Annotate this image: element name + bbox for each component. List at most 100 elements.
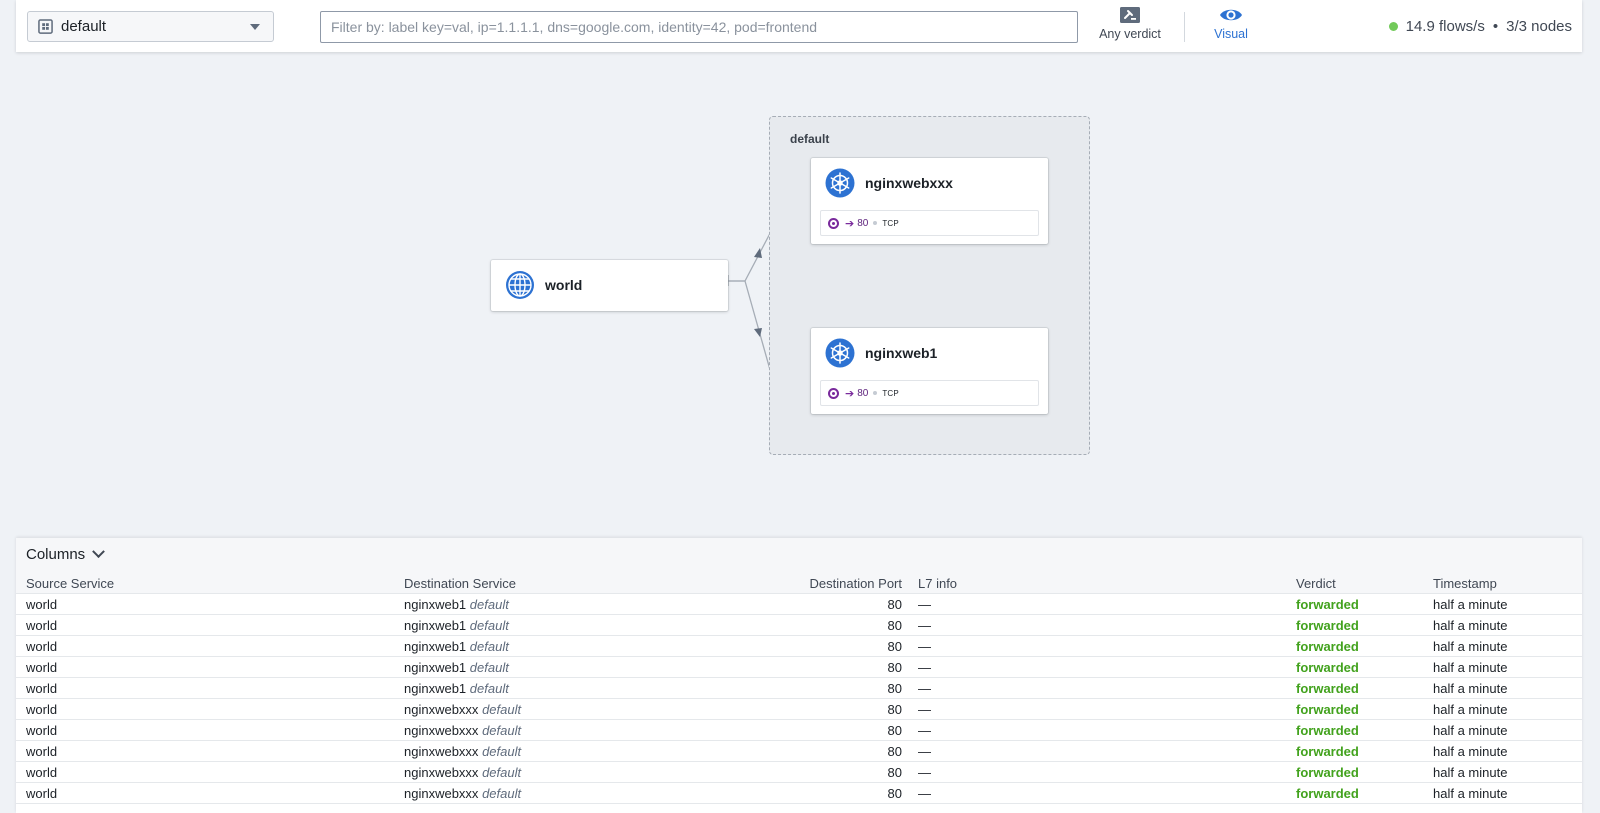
cell-source: world	[26, 681, 58, 696]
cell-timestamp: half a minute	[1433, 702, 1508, 717]
cell-verdict: forwarded	[1296, 618, 1359, 633]
cell-destination: nginxwebxxx default	[404, 765, 522, 780]
port-separator	[873, 391, 878, 395]
port-number: 80	[857, 387, 869, 399]
globe-icon	[506, 271, 534, 299]
header-source-service[interactable]: Source Service	[26, 576, 114, 591]
cell-verdict: forwarded	[1296, 660, 1359, 675]
header-timestamp[interactable]: Timestamp	[1433, 576, 1497, 591]
flows-rows: world nginxweb1 default 80 — forwarded h…	[16, 594, 1582, 804]
header-verdict[interactable]: Verdict	[1296, 576, 1336, 591]
columns-button[interactable]: Columns	[26, 545, 106, 563]
chevron-down-icon	[92, 545, 106, 559]
edge-arrow-down	[754, 328, 762, 337]
cell-port: 80	[887, 744, 902, 759]
cell-source: world	[26, 639, 58, 654]
port-target-icon	[828, 387, 839, 399]
namespace-box-label: default	[790, 132, 830, 146]
port-number: 80	[857, 217, 869, 229]
header-l7-info[interactable]: L7 info	[918, 576, 957, 591]
port-separator	[873, 221, 878, 225]
cell-source: world	[26, 786, 58, 801]
cell-verdict: forwarded	[1296, 597, 1359, 612]
cell-destination: nginxwebxxx default	[404, 723, 522, 738]
cell-source: world	[26, 618, 58, 633]
visual-label: Visual	[1214, 27, 1248, 41]
table-row[interactable]: world nginxwebxxx default 80 — forwarded…	[16, 720, 1582, 741]
cell-port: 80	[887, 660, 902, 675]
world-card[interactable]: world	[491, 260, 728, 311]
flows-header: Columns Source Service Destination Servi…	[16, 538, 1582, 594]
cell-destination: nginxweb1 default	[404, 639, 509, 654]
cell-source: world	[26, 744, 58, 759]
header-destination-port[interactable]: Destination Port	[810, 576, 903, 591]
verdict-filter-button[interactable]: Any verdict	[1090, 6, 1170, 48]
cell-destination: nginxwebxxx default	[404, 786, 522, 801]
verdict-filter-label: Any verdict	[1099, 27, 1161, 41]
port-target-icon	[828, 217, 839, 229]
service-title: nginxwebxxx	[865, 175, 953, 191]
cluster-status: 14.9 flows/s • 3/3 nodes	[1388, 0, 1572, 52]
flows-rate: 14.9 flows/s	[1405, 17, 1485, 35]
cell-verdict: forwarded	[1296, 765, 1359, 780]
cell-source: world	[26, 597, 58, 612]
service-port-row[interactable]: ➔ 80 TCP	[820, 380, 1039, 406]
service-port-row[interactable]: ➔ 80 TCP	[820, 210, 1039, 236]
cell-l7: —	[918, 639, 931, 654]
cell-destination: nginxweb1 default	[404, 681, 509, 696]
filter-input[interactable]	[320, 11, 1078, 43]
cell-port: 80	[887, 702, 902, 717]
service-card-nginxweb1[interactable]: nginxweb1 ➔ 80 TCP	[811, 328, 1048, 414]
visual-button[interactable]: Visual	[1201, 6, 1261, 48]
cell-destination: nginxwebxxx default	[404, 702, 522, 717]
service-card-nginxwebxxx[interactable]: nginxwebxxx ➔ 80 TCP	[811, 158, 1048, 244]
cell-l7: —	[918, 618, 931, 633]
cell-timestamp: half a minute	[1433, 618, 1508, 633]
cell-timestamp: half a minute	[1433, 744, 1508, 759]
table-row[interactable]: world nginxwebxxx default 80 — forwarded…	[16, 783, 1582, 804]
cell-l7: —	[918, 660, 931, 675]
header-destination-service[interactable]: Destination Service	[404, 576, 516, 591]
cell-destination: nginxweb1 default	[404, 660, 509, 675]
cell-verdict: forwarded	[1296, 639, 1359, 654]
table-row[interactable]: world nginxwebxxx default 80 — forwarded…	[16, 699, 1582, 720]
cell-timestamp: half a minute	[1433, 639, 1508, 654]
table-row[interactable]: world nginxwebxxx default 80 — forwarded…	[16, 762, 1582, 783]
service-title: nginxweb1	[865, 345, 938, 361]
table-row[interactable]: world nginxweb1 default 80 — forwarded h…	[16, 594, 1582, 615]
cell-timestamp: half a minute	[1433, 660, 1508, 675]
cell-destination: nginxwebxxx default	[404, 744, 522, 759]
cell-destination: nginxweb1 default	[404, 597, 509, 612]
cell-timestamp: half a minute	[1433, 597, 1508, 612]
status-dot	[1388, 21, 1398, 31]
cell-l7: —	[918, 723, 931, 738]
cell-l7: —	[918, 597, 931, 612]
kubernetes-icon	[825, 338, 855, 368]
nodes-count: 3/3 nodes	[1506, 17, 1572, 35]
port-protocol: TCP	[882, 218, 899, 228]
cell-timestamp: half a minute	[1433, 765, 1508, 780]
cell-l7: —	[918, 744, 931, 759]
port-protocol: TCP	[882, 388, 899, 398]
table-row[interactable]: world nginxweb1 default 80 — forwarded h…	[16, 657, 1582, 678]
gavel-icon	[1120, 7, 1140, 23]
cell-l7: —	[918, 765, 931, 780]
table-row[interactable]: world nginxweb1 default 80 — forwarded h…	[16, 636, 1582, 657]
arrow-right-icon: ➔	[845, 387, 855, 400]
cell-verdict: forwarded	[1296, 702, 1359, 717]
cell-l7: —	[918, 786, 931, 801]
edge-arrow-up	[754, 248, 762, 258]
toolbar-divider	[1184, 12, 1185, 42]
cell-l7: —	[918, 681, 931, 696]
cell-source: world	[26, 723, 58, 738]
table-row[interactable]: world nginxweb1 default 80 — forwarded h…	[16, 615, 1582, 636]
namespace-select[interactable]: default	[27, 11, 274, 42]
cell-port: 80	[887, 639, 902, 654]
table-row[interactable]: world nginxweb1 default 80 — forwarded h…	[16, 678, 1582, 699]
service-map[interactable]: default world nginxwebxxx ➔ 80 TCP nginx…	[0, 52, 1600, 528]
columns-label: Columns	[26, 546, 86, 563]
cell-port: 80	[887, 765, 902, 780]
table-row[interactable]: world nginxwebxxx default 80 — forwarded…	[16, 741, 1582, 762]
cell-verdict: forwarded	[1296, 744, 1359, 759]
cell-timestamp: half a minute	[1433, 723, 1508, 738]
